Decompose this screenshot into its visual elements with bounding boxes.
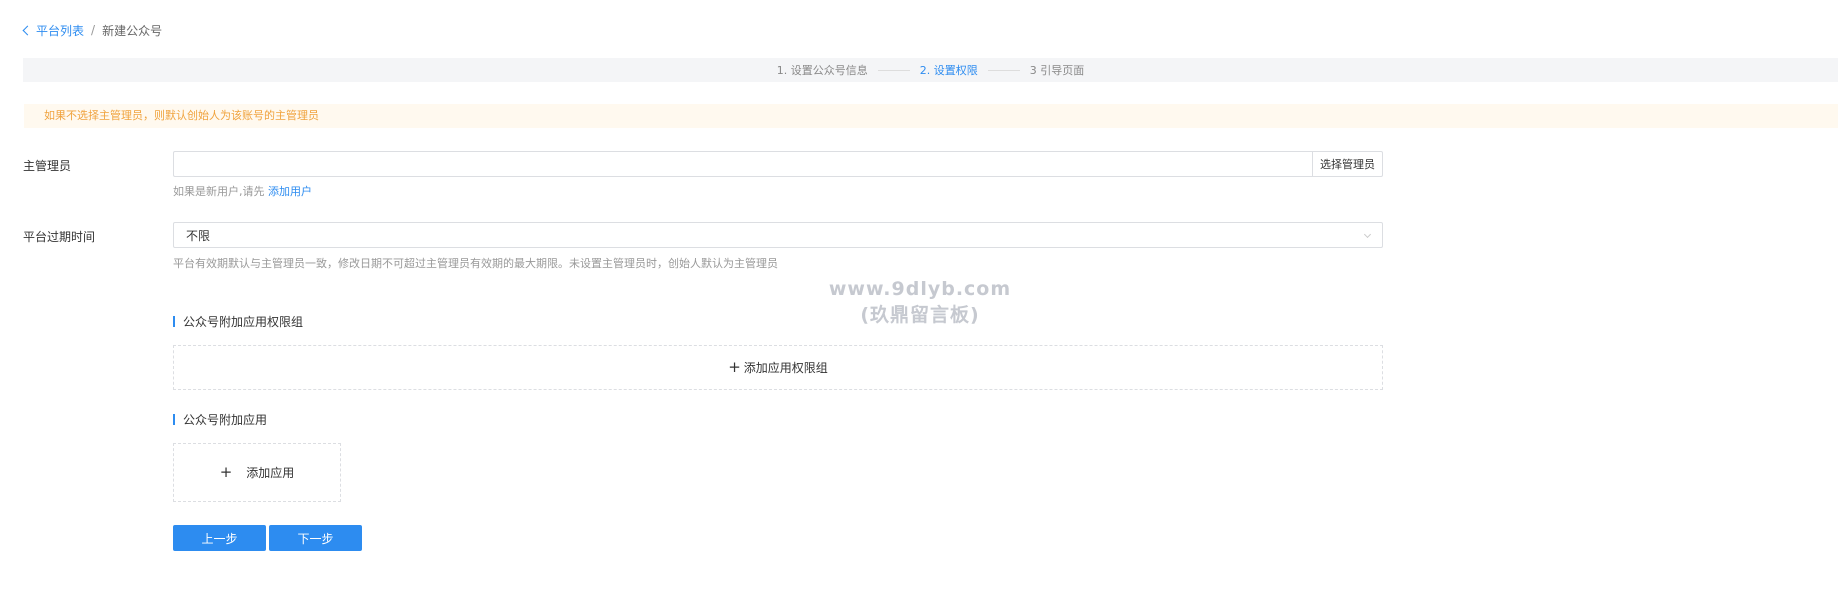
breadcrumb-back-link[interactable]: 平台列表: [22, 22, 85, 39]
section-marker: [173, 316, 175, 327]
expiry-select[interactable]: 不限: [173, 222, 1383, 248]
step-2: 2. 设置权限: [919, 64, 978, 77]
admin-label: 主管理员: [23, 159, 72, 173]
step-connector: [987, 69, 1020, 71]
expiry-label: 平台过期时间: [23, 230, 96, 244]
breadcrumb: 平台列表 / 新建公众号: [22, 21, 163, 39]
plus-icon: +: [728, 358, 741, 376]
watermark: www.9dlyb.com (玖鼎留言板): [820, 276, 1020, 328]
breadcrumb-current: 新建公众号: [102, 23, 163, 38]
admin-input-group: 选择管理员: [173, 151, 1383, 177]
watermark-line-1: www.9dlyb.com: [828, 278, 1012, 300]
admin-hint: 如果是新用户,请先 添加用户: [173, 183, 312, 199]
chevron-down-icon: [1363, 230, 1372, 239]
next-step-button[interactable]: 下一步: [269, 525, 362, 551]
step-3: 3 引导页面: [1029, 64, 1085, 77]
add-user-link[interactable]: 添加用户: [268, 185, 312, 198]
add-app-button[interactable]: + 添加应用: [173, 443, 341, 502]
add-app-group-label: 添加应用权限组: [743, 361, 828, 375]
plus-icon: +: [219, 463, 233, 481]
section-marker: [173, 414, 175, 425]
add-app-label: 添加应用: [246, 466, 295, 480]
expiry-hint: 平台有效期默认与主管理员一致，修改日期不可超过主管理员有效期的最大期限。未设置主…: [173, 257, 778, 270]
step-1: 1. 设置公众号信息: [776, 64, 868, 77]
breadcrumb-separator: /: [91, 23, 96, 37]
watermark-line-2: (玖鼎留言板): [860, 304, 980, 326]
expiry-selected-value: 不限: [186, 228, 211, 243]
select-admin-button[interactable]: 选择管理员: [1312, 151, 1383, 177]
prev-step-button[interactable]: 上一步: [173, 525, 266, 551]
apps-section-title: 公众号附加应用: [173, 411, 267, 428]
notice-banner: 如果不选择主管理员，则默认创始人为该账号的主管理员: [24, 104, 1838, 128]
steps-bar: 1. 设置公众号信息 2. 设置权限 3 引导页面: [23, 58, 1838, 82]
app-groups-section-title: 公众号附加应用权限组: [173, 313, 303, 330]
step-connector: [877, 69, 910, 71]
apps-title: 公众号附加应用: [183, 413, 268, 427]
admin-input[interactable]: [173, 151, 1312, 177]
add-app-group-button[interactable]: + 添加应用权限组: [173, 345, 1383, 390]
admin-hint-text: 如果是新用户,请先: [173, 185, 265, 198]
breadcrumb-back-label: 平台列表: [36, 23, 85, 38]
chevron-left-icon: [22, 25, 33, 36]
app-groups-title: 公众号附加应用权限组: [183, 315, 304, 329]
